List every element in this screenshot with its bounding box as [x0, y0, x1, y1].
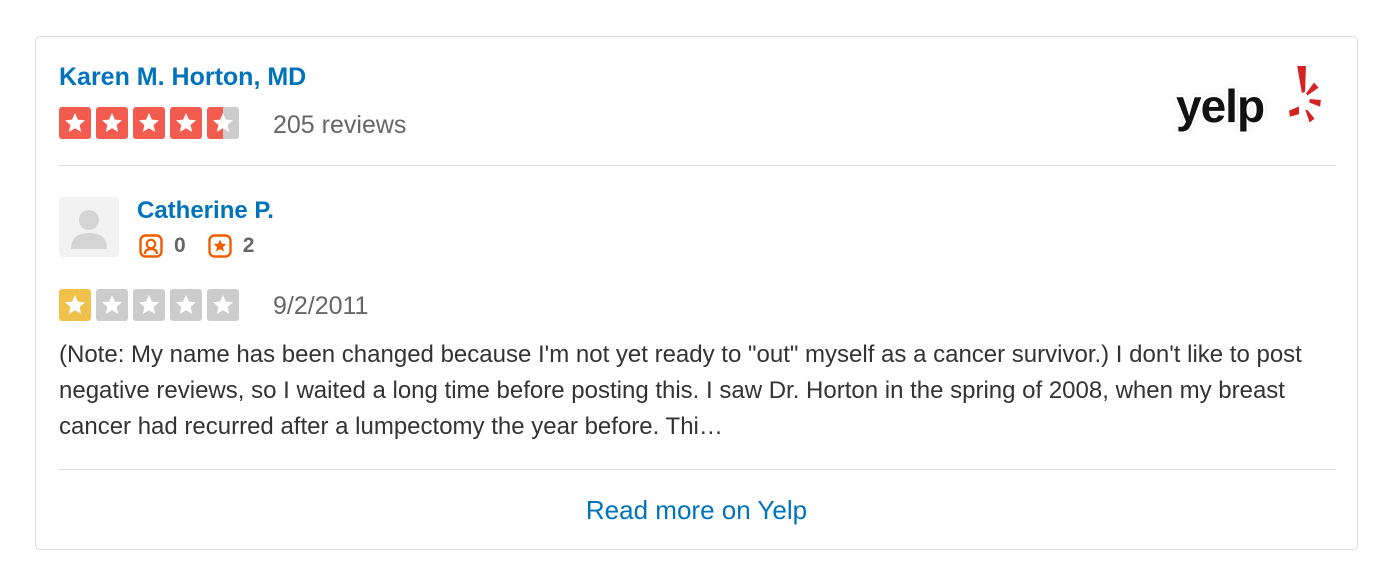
star-icon — [133, 289, 165, 321]
review-date: 9/2/2011 — [273, 292, 369, 320]
user-avatar-icon — [71, 210, 107, 249]
business-name-link[interactable]: Karen M. Horton, MD — [59, 63, 306, 92]
star-icon — [170, 289, 202, 321]
user-stats: 0 2 — [139, 234, 276, 258]
read-more-link[interactable]: Read more on Yelp — [36, 495, 1357, 526]
star-icon — [59, 107, 91, 139]
reviews-count: 2 — [242, 234, 255, 257]
yelp-logo[interactable]: yelp — [1176, 61, 1336, 137]
divider — [59, 165, 1336, 166]
divider — [59, 469, 1336, 470]
friends-icon — [139, 234, 163, 258]
star-icon — [96, 289, 128, 321]
star-icon — [133, 107, 165, 139]
star-icon — [59, 289, 91, 321]
friends-count: 0 — [174, 234, 186, 257]
review-card: Karen M. Horton, MD 205 reviews yelp Cat… — [35, 36, 1358, 550]
user-name-link[interactable]: Catherine P. — [137, 197, 274, 225]
review-star-rating — [59, 289, 239, 321]
business-star-rating — [59, 107, 239, 139]
star-icon — [96, 107, 128, 139]
review-text: (Note: My name has been changed because … — [59, 341, 1302, 440]
star-icon — [207, 107, 239, 139]
review-star-icon — [207, 234, 232, 258]
user-avatar[interactable] — [59, 197, 119, 257]
yelp-burst-icon — [1286, 64, 1324, 126]
star-icon — [170, 107, 202, 139]
yelp-logo-text: yelp — [1176, 80, 1265, 132]
review-count: 205 reviews — [273, 111, 407, 139]
star-icon — [207, 289, 239, 321]
